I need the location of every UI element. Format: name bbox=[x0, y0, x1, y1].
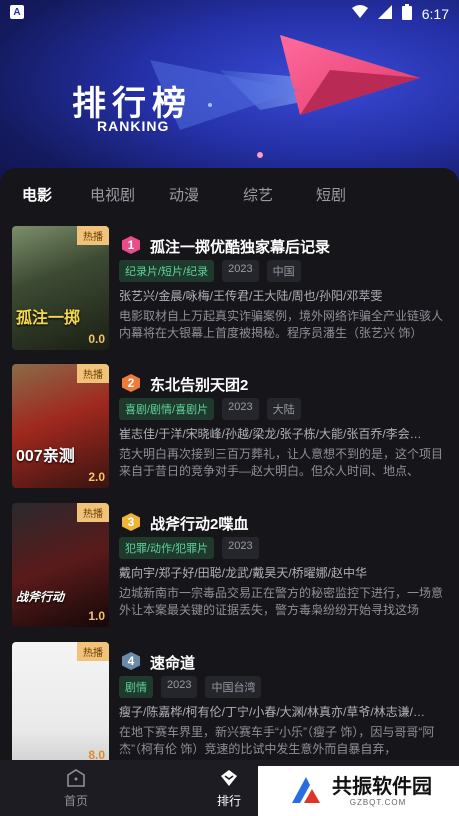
year-chip: 2023 bbox=[161, 676, 198, 698]
poster-title-text: 007亲测 bbox=[16, 448, 75, 465]
hot-badge: 热播 bbox=[77, 364, 109, 383]
item-title[interactable]: 东北告别天团2 bbox=[150, 374, 248, 395]
tab-movie[interactable]: 电影 bbox=[22, 184, 52, 205]
list-item[interactable]: 孤注一掷 热播 0.0 1 孤注一掷优酷独家幕后记录 纪录片/短片/纪录 202… bbox=[0, 226, 459, 350]
list-item[interactable]: 热播 8.0 4 速命道 剧情 2023 中国台湾 瘦子/陈嘉桦/柯有伦/丁宁/… bbox=[0, 642, 459, 766]
region-chip: 中国台湾 bbox=[205, 676, 262, 698]
genre-chip: 纪录片/短片/纪录 bbox=[119, 260, 215, 282]
rank-badge: 2 bbox=[122, 374, 140, 392]
poster-image[interactable]: 热播 8.0 bbox=[12, 642, 109, 766]
tab-variety[interactable]: 综艺 bbox=[243, 184, 273, 205]
signal-icon bbox=[377, 5, 392, 22]
poster-title-text: 孤注一掷 bbox=[16, 310, 81, 327]
region-chip: 大陆 bbox=[266, 398, 301, 420]
rank-badge: 1 bbox=[122, 236, 140, 254]
nav-home-label: 首页 bbox=[63, 794, 88, 808]
watermark-name: 共振软件园 bbox=[332, 775, 432, 798]
list-item[interactable]: 战斧行动 热播 1.0 3 战斧行动2喋血 犯罪/动作/犯罪片 2023 戴向宇… bbox=[0, 503, 459, 627]
tab-anime[interactable]: 动漫 bbox=[169, 184, 199, 205]
nav-ranking-label: 排行 bbox=[216, 794, 241, 808]
ranking-panel: 电影 电视剧 动漫 综艺 短剧 孤注一掷 热播 0.0 1 孤注一掷优酷独家幕后… bbox=[0, 168, 459, 766]
page-subtitle: RANKING bbox=[97, 118, 170, 134]
hot-badge: 热播 bbox=[77, 503, 109, 522]
synopsis: 电影取材自上万起真实诈骗案例，境外网络诈骗全产业链骇人内幕将在大银幕上首度被揭秘… bbox=[119, 309, 444, 340]
genre-chip: 犯罪/动作/犯罪片 bbox=[119, 537, 215, 559]
year-chip: 2023 bbox=[222, 260, 259, 282]
rank-badge: 4 bbox=[122, 652, 140, 670]
synopsis: 在地下赛车界里，新兴赛车手“小乐”（瘦子 饰），因与哥哥“阿杰”（柯有伦 饰）竞… bbox=[119, 725, 435, 756]
nav-home[interactable]: 首页 bbox=[46, 768, 106, 809]
year-chip: 2023 bbox=[222, 537, 259, 559]
category-tabs: 电影 电视剧 动漫 综艺 短剧 bbox=[0, 184, 459, 233]
site-watermark: 共振软件园 GZBQT.COM bbox=[258, 766, 459, 816]
tab-tv-series[interactable]: 电视剧 bbox=[90, 184, 135, 205]
nav-ranking[interactable]: 排行 bbox=[199, 768, 259, 809]
poster-image[interactable]: 战斧行动 热播 1.0 bbox=[12, 503, 109, 627]
poster-image[interactable]: 007亲测 热播 2.0 bbox=[12, 364, 109, 488]
genre-chip: 剧情 bbox=[119, 676, 153, 698]
score: 0.0 bbox=[88, 332, 105, 346]
score: 1.0 bbox=[88, 609, 105, 623]
cast-list: 崔志佳/于洋/宋晓峰/孙越/梁龙/张子栋/大能/张百乔/李会… bbox=[119, 427, 422, 441]
watermark-logo-icon bbox=[288, 773, 324, 809]
home-icon bbox=[67, 769, 85, 787]
item-title[interactable]: 战斧行动2喋血 bbox=[150, 513, 248, 534]
list-item[interactable]: 007亲测 热播 2.0 2 东北告别天团2 喜剧/剧情/喜剧片 2023 大陆… bbox=[0, 364, 459, 488]
status-bar: A 6:17 bbox=[0, 0, 459, 26]
battery-icon bbox=[401, 4, 412, 23]
hot-badge: 热播 bbox=[77, 226, 109, 245]
app-notification-icon: A bbox=[10, 5, 24, 19]
year-chip: 2023 bbox=[222, 398, 259, 420]
synopsis: 边城新南市一宗毒品交易正在警方的秘密监控下进行，一场意外让本案最关键的证据丢失，… bbox=[119, 586, 444, 617]
tab-short-drama[interactable]: 短剧 bbox=[316, 184, 346, 205]
cast-list: 戴向宇/郑子好/田聪/龙武/戴昊天/桥曜娜/赵中华 bbox=[119, 566, 368, 580]
score: 2.0 bbox=[88, 470, 105, 484]
poster-title-text: 战斧行动 bbox=[16, 590, 65, 604]
region-chip: 中国 bbox=[266, 260, 301, 282]
wifi-icon bbox=[351, 5, 368, 22]
clock-time: 6:17 bbox=[421, 5, 449, 22]
item-title[interactable]: 速命道 bbox=[150, 652, 195, 673]
ranking-icon bbox=[221, 770, 237, 786]
rank-badge: 3 bbox=[122, 513, 140, 531]
cast-list: 张艺兴/金晨/咏梅/王传君/王大陆/周也/孙阳/邓萃雯 bbox=[119, 289, 383, 303]
item-title[interactable]: 孤注一掷优酷独家幕后记录 bbox=[150, 236, 330, 257]
poster-image[interactable]: 孤注一掷 热播 0.0 bbox=[12, 226, 109, 350]
genre-chip: 喜剧/剧情/喜剧片 bbox=[119, 398, 215, 420]
cast-list: 瘦子/陈嘉桦/柯有伦/丁宁/小春/大渊/林真亦/草爷/林志谦/… bbox=[119, 705, 426, 719]
synopsis: 范大明白再次接到三百万葬礼，让人意想不到的是，这个项目来自于昔日的竞争对手—赵大… bbox=[119, 447, 444, 478]
hot-badge: 热播 bbox=[77, 642, 109, 661]
watermark-domain: GZBQT.COM bbox=[349, 797, 407, 807]
